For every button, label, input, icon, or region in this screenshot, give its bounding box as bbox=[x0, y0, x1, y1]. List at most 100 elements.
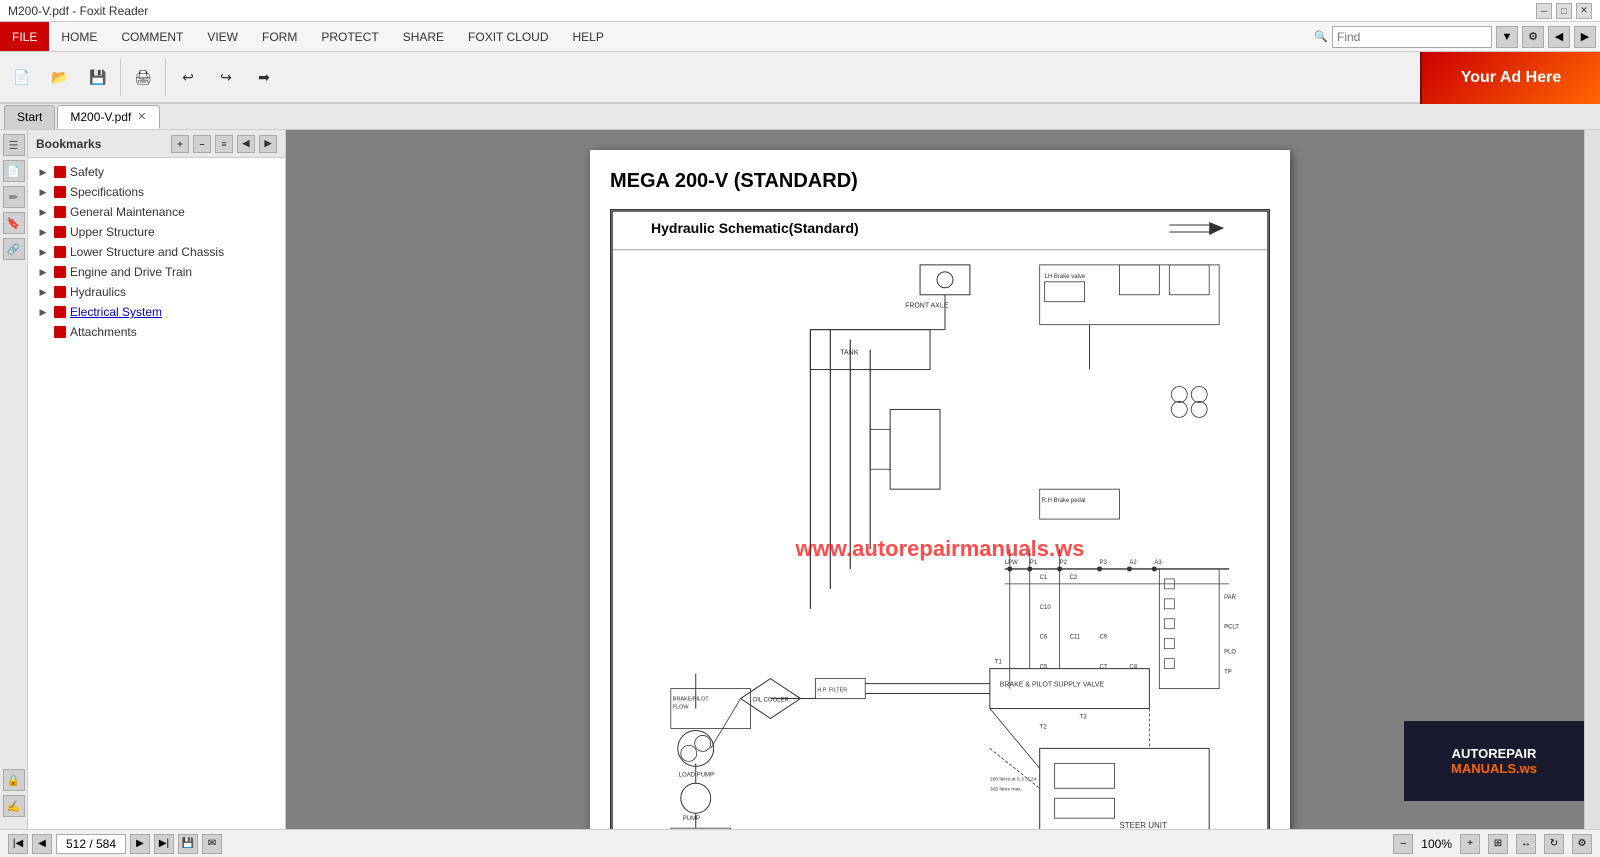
sidebar-properties[interactable]: ≡ bbox=[215, 135, 233, 153]
zoom-out-btn[interactable]: – bbox=[1393, 834, 1413, 854]
svg-text:C8: C8 bbox=[1129, 665, 1137, 671]
sign-icon[interactable]: ✍ bbox=[3, 795, 25, 817]
toolbar-print[interactable]: 🖨 bbox=[125, 54, 161, 100]
expand-icon: ▶ bbox=[36, 265, 50, 279]
search-button[interactable]: ▼ bbox=[1496, 26, 1518, 48]
fit-page-btn[interactable]: ⊞ bbox=[1488, 834, 1508, 854]
page-input[interactable] bbox=[56, 834, 126, 854]
tab-pdf-label: M200-V.pdf bbox=[70, 110, 131, 124]
sidebar-new-bookmark[interactable]: + bbox=[171, 135, 189, 153]
rotate-btn[interactable]: ↻ bbox=[1544, 834, 1564, 854]
zoom-in-btn[interactable]: + bbox=[1460, 834, 1480, 854]
annotation-icon[interactable]: ✏ bbox=[3, 186, 25, 208]
nav-forward-btn[interactable]: ▶ bbox=[1574, 26, 1596, 48]
settings-btn[interactable]: ⚙ bbox=[1572, 834, 1592, 854]
toolbar-open[interactable]: 📂 bbox=[42, 54, 78, 100]
save-page-btn[interactable]: 💾 bbox=[178, 834, 198, 854]
expand-icon: ▶ bbox=[36, 285, 50, 299]
ad-label: Your Ad Here bbox=[1461, 69, 1561, 87]
bookmark-engine-drive-train[interactable]: ▶ Engine and Drive Train bbox=[28, 262, 285, 282]
bookmark-icon[interactable]: 🔖 bbox=[3, 212, 25, 234]
pdf-page: MEGA 200-V (STANDARD) Hydraulic Schemati… bbox=[590, 150, 1290, 829]
restore-btn[interactable]: □ bbox=[1556, 3, 1572, 19]
menu-share[interactable]: SHARE bbox=[391, 22, 456, 51]
last-page-btn[interactable]: ▶| bbox=[154, 834, 174, 854]
menu-form[interactable]: FORM bbox=[250, 22, 309, 51]
menu-view[interactable]: VIEW bbox=[195, 22, 250, 51]
bookmark-marker bbox=[54, 246, 66, 258]
bookmark-label: Upper Structure bbox=[70, 225, 155, 239]
bookmark-marker bbox=[54, 306, 66, 318]
nav-back-btn[interactable]: ◀ bbox=[1548, 26, 1570, 48]
bookmark-label: Safety bbox=[70, 165, 104, 179]
hand-tool-icon[interactable]: ☰ bbox=[3, 134, 25, 156]
fit-width-btn[interactable]: ↔ bbox=[1516, 834, 1536, 854]
svg-text:C10: C10 bbox=[1040, 605, 1052, 611]
bookmark-general-maintenance[interactable]: ▶ General Maintenance bbox=[28, 202, 285, 222]
menu-protect[interactable]: PROTECT bbox=[309, 22, 390, 51]
svg-text:C1: C1 bbox=[1040, 575, 1048, 581]
sidebar-controls[interactable]: + – ≡ ◀ ▶ bbox=[171, 135, 277, 153]
menu-foxit-cloud[interactable]: FOXIT CLOUD bbox=[456, 22, 560, 51]
sidebar-close[interactable]: ◀ bbox=[237, 135, 255, 153]
bookmark-attachments[interactable]: Attachments bbox=[28, 322, 285, 342]
left-icon-strip: ☰ 📄 ✏ 🔖 🔗 🔒 ✍ bbox=[0, 130, 28, 829]
bookmark-hydraulics[interactable]: ▶ Hydraulics bbox=[28, 282, 285, 302]
expand-icon: ▶ bbox=[36, 245, 50, 259]
tab-pdf[interactable]: M200-V.pdf ✕ bbox=[57, 105, 159, 129]
minimize-btn[interactable]: ─ bbox=[1536, 3, 1552, 19]
svg-text:TP: TP bbox=[1224, 670, 1232, 676]
redo-icon: ↪ bbox=[216, 67, 236, 87]
tab-start[interactable]: Start bbox=[4, 105, 55, 129]
bookmark-specifications[interactable]: ▶ Specifications bbox=[28, 182, 285, 202]
menu-help[interactable]: HELP bbox=[561, 22, 616, 51]
toolbar-new[interactable]: 📄 bbox=[4, 54, 40, 100]
open-icon: 📂 bbox=[50, 67, 70, 87]
tabs-row: Start M200-V.pdf ✕ bbox=[0, 104, 1600, 130]
bookmark-marker bbox=[54, 166, 66, 178]
first-page-btn[interactable]: |◀ bbox=[8, 834, 28, 854]
expand-icon: ▶ bbox=[36, 165, 50, 179]
tab-close-icon[interactable]: ✕ bbox=[137, 110, 146, 123]
search-input[interactable] bbox=[1332, 26, 1492, 48]
svg-text:C7: C7 bbox=[1100, 665, 1108, 671]
link-icon[interactable]: 🔗 bbox=[3, 238, 25, 260]
next-page-btn[interactable]: ▶ bbox=[130, 834, 150, 854]
new-icon: 📄 bbox=[12, 67, 32, 87]
svg-text:P3: P3 bbox=[1100, 560, 1108, 566]
page-view-icon[interactable]: 📄 bbox=[3, 160, 25, 182]
search-settings[interactable]: ⚙ bbox=[1522, 26, 1544, 48]
svg-text:PCLT: PCLT bbox=[1224, 625, 1239, 631]
print-icon: 🖨 bbox=[133, 67, 153, 87]
svg-text:C2: C2 bbox=[1070, 575, 1078, 581]
expand-icon: ▶ bbox=[36, 225, 50, 239]
bookmark-lower-structure[interactable]: ▶ Lower Structure and Chassis bbox=[28, 242, 285, 262]
svg-text:STEER UNIT: STEER UNIT bbox=[1119, 821, 1167, 829]
close-btn[interactable]: ✕ bbox=[1576, 3, 1592, 19]
svg-text:FLOW: FLOW bbox=[673, 705, 690, 711]
sidebar-expand[interactable]: ▶ bbox=[259, 135, 277, 153]
toolbar-undo[interactable]: ↩ bbox=[170, 54, 206, 100]
undo-icon: ↩ bbox=[178, 67, 198, 87]
expand-icon: ▶ bbox=[36, 205, 50, 219]
lock-icon[interactable]: 🔒 bbox=[3, 769, 25, 791]
toolbar-save[interactable]: 💾 bbox=[80, 54, 116, 100]
sidebar-delete-bookmark[interactable]: – bbox=[193, 135, 211, 153]
share-page-btn[interactable]: ✉ bbox=[202, 834, 222, 854]
prev-page-btn[interactable]: ◀ bbox=[32, 834, 52, 854]
toolbar-redo[interactable]: ↪ bbox=[208, 54, 244, 100]
bookmark-electrical-system[interactable]: ▶ Electrical System bbox=[28, 302, 285, 322]
window-controls[interactable]: ─ □ ✕ bbox=[1536, 3, 1592, 19]
menu-comment[interactable]: COMMENT bbox=[109, 22, 195, 51]
forward-icon: ➡ bbox=[254, 67, 274, 87]
menu-home[interactable]: HOME bbox=[49, 22, 109, 51]
status-right: – 100% + ⊞ ↔ ↻ ⚙ bbox=[1393, 834, 1592, 854]
toolbar-forward[interactable]: ➡ bbox=[246, 54, 282, 100]
ad-banner[interactable]: Your Ad Here bbox=[1420, 52, 1600, 104]
sidebar-header: Bookmarks + – ≡ ◀ ▶ bbox=[28, 130, 285, 158]
content-area: MEGA 200-V (STANDARD) Hydraulic Schemati… bbox=[286, 130, 1584, 829]
bookmark-safety[interactable]: ▶ Safety bbox=[28, 162, 285, 182]
svg-text:C6: C6 bbox=[1040, 635, 1048, 641]
bookmark-upper-structure[interactable]: ▶ Upper Structure bbox=[28, 222, 285, 242]
menu-file[interactable]: FILE bbox=[0, 22, 49, 51]
